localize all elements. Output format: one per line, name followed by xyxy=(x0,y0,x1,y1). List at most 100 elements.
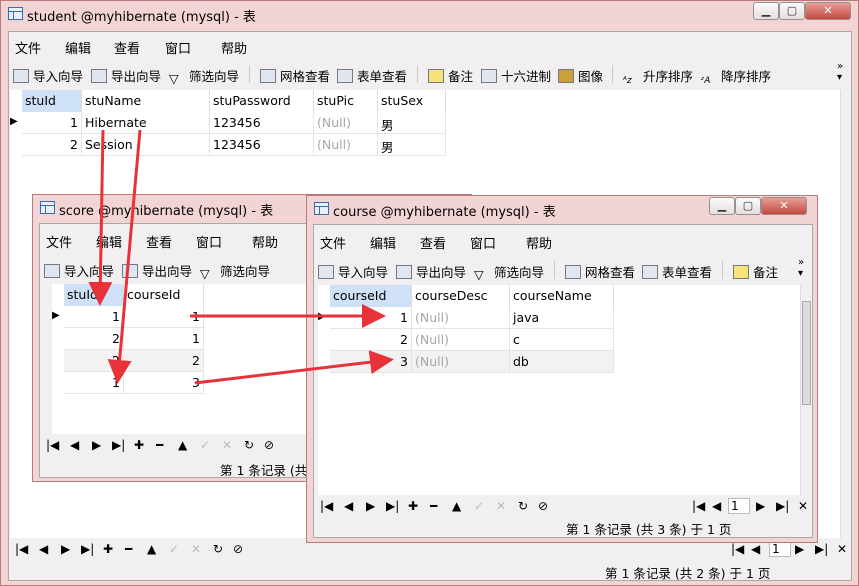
up-icon[interactable]: ▲ xyxy=(452,499,461,513)
table-cell[interactable]: 123456 xyxy=(210,112,314,134)
table-cell[interactable]: 2 xyxy=(330,329,412,351)
table-cell[interactable]: 2 xyxy=(124,350,204,372)
minimize-button[interactable]: ▁ xyxy=(709,197,735,215)
apply-icon[interactable]: ✓ xyxy=(474,499,484,513)
memo-button[interactable]: 备注 xyxy=(733,262,778,281)
toolbar-overflow-icon[interactable]: » ▾ xyxy=(837,61,843,83)
table-cell[interactable]: 1 xyxy=(124,306,204,328)
refresh-icon[interactable]: ↻ xyxy=(518,499,528,513)
delete-record-icon[interactable]: ━ xyxy=(430,499,437,513)
stop-icon[interactable]: ⊘ xyxy=(233,542,243,556)
prev-record-icon[interactable]: ◀ xyxy=(39,542,48,556)
menu-edit[interactable]: 编辑 xyxy=(65,38,91,57)
apply-icon[interactable]: ✓ xyxy=(169,542,179,556)
prev-page-icon[interactable]: ◀ xyxy=(712,499,721,513)
refresh-icon[interactable]: ↻ xyxy=(244,438,254,452)
last-record-icon[interactable]: ▶| xyxy=(386,499,399,513)
apply-icon[interactable]: ✓ xyxy=(200,438,210,452)
export-wizard-button[interactable]: 导出向导 xyxy=(91,66,161,85)
add-record-icon[interactable]: ✚ xyxy=(103,542,113,556)
first-page-icon[interactable]: |◀ xyxy=(692,499,705,513)
table-cell[interactable]: 1 xyxy=(124,328,204,350)
column-header[interactable]: stuId xyxy=(64,284,124,306)
table-cell[interactable]: 123456 xyxy=(210,134,314,156)
last-record-icon[interactable]: ▶| xyxy=(112,438,125,452)
menu-help[interactable]: 帮助 xyxy=(221,38,247,57)
column-header[interactable]: stuPic xyxy=(314,90,378,112)
form-view-button[interactable]: 表单查看 xyxy=(337,66,407,85)
menu-window[interactable]: 窗口 xyxy=(470,233,496,252)
delete-record-icon[interactable]: ━ xyxy=(125,542,132,556)
course-titlebar[interactable]: course @myhibernate (mysql) - 表 ▁ ▢ ✕ xyxy=(307,196,817,222)
table-cell[interactable]: Hibernate xyxy=(82,112,210,134)
next-page-icon[interactable]: ▶ xyxy=(756,499,765,513)
menu-window[interactable]: 窗口 xyxy=(165,38,191,57)
column-header[interactable]: courseId xyxy=(124,284,204,306)
form-view-button[interactable]: 表单查看 xyxy=(642,262,712,281)
first-record-icon[interactable]: |◀ xyxy=(46,438,59,452)
delete-record-icon[interactable]: ━ xyxy=(156,438,163,452)
memo-button[interactable]: 备注 xyxy=(428,66,473,85)
column-header[interactable]: stuName xyxy=(82,90,210,112)
stop-icon[interactable]: ⊘ xyxy=(538,499,548,513)
menu-view[interactable]: 查看 xyxy=(146,232,172,251)
import-wizard-button[interactable]: 导入向导 xyxy=(318,262,388,281)
add-record-icon[interactable]: ✚ xyxy=(134,438,144,452)
last-page-icon[interactable]: ▶| xyxy=(776,499,789,513)
grid-view-button[interactable]: 网格查看 xyxy=(565,262,635,281)
filter-wizard-button[interactable]: ▽ 筛选向导 xyxy=(200,261,270,281)
menu-file[interactable]: 文件 xyxy=(320,233,346,252)
table-cell[interactable]: (Null) xyxy=(412,307,510,329)
cancel-icon[interactable]: ✕ xyxy=(496,499,506,513)
next-record-icon[interactable]: ▶ xyxy=(61,542,70,556)
table-cell[interactable]: (Null) xyxy=(314,134,378,156)
filter-wizard-button[interactable]: ▽ 筛选向导 xyxy=(169,66,239,86)
export-wizard-button[interactable]: 导出向导 xyxy=(396,262,466,281)
refresh-icon[interactable]: ↻ xyxy=(213,542,223,556)
table-cell[interactable]: db xyxy=(510,351,614,373)
prev-record-icon[interactable]: ◀ xyxy=(344,499,353,513)
sort-asc-button[interactable]: ᴬz 升序排序 xyxy=(623,66,693,90)
student-titlebar[interactable]: student @myhibernate (mysql) - 表 ▁ ▢ ✕ xyxy=(1,1,858,27)
next-record-icon[interactable]: ▶ xyxy=(92,438,101,452)
sort-desc-button[interactable]: ᶻA 降序排序 xyxy=(701,66,771,90)
menu-help[interactable]: 帮助 xyxy=(252,232,278,251)
column-header[interactable]: stuId xyxy=(22,90,82,112)
toolbar-overflow-icon[interactable]: » ▾ xyxy=(798,257,804,279)
settings-icon[interactable]: ✕ xyxy=(798,499,808,513)
filter-wizard-button[interactable]: ▽ 筛选向导 xyxy=(474,262,544,282)
import-wizard-button[interactable]: 导入向导 xyxy=(44,261,114,280)
table-cell[interactable]: 3 xyxy=(330,351,412,373)
last-page-icon[interactable]: ▶| xyxy=(815,542,828,556)
vertical-scrollbar[interactable] xyxy=(800,285,812,495)
menu-file[interactable]: 文件 xyxy=(15,38,41,57)
table-cell[interactable]: Session xyxy=(82,134,210,156)
minimize-button[interactable]: ▁ xyxy=(753,2,779,20)
next-page-icon[interactable]: ▶ xyxy=(795,542,804,556)
hex-button[interactable]: 十六进制 xyxy=(481,66,551,85)
maximize-button[interactable]: ▢ xyxy=(779,2,805,20)
next-record-icon[interactable]: ▶ xyxy=(366,499,375,513)
up-icon[interactable]: ▲ xyxy=(147,542,156,556)
table-cell[interactable]: 1 xyxy=(64,306,124,328)
page-input[interactable]: 1 xyxy=(769,541,791,557)
prev-page-icon[interactable]: ◀ xyxy=(751,542,760,556)
menu-view[interactable]: 查看 xyxy=(114,38,140,57)
add-record-icon[interactable]: ✚ xyxy=(408,499,418,513)
first-page-icon[interactable]: |◀ xyxy=(731,542,744,556)
table-cell[interactable]: 1 xyxy=(330,307,412,329)
table-cell[interactable]: java xyxy=(510,307,614,329)
first-record-icon[interactable]: |◀ xyxy=(320,499,333,513)
prev-record-icon[interactable]: ◀ xyxy=(70,438,79,452)
table-cell[interactable]: 1 xyxy=(64,372,124,394)
table-cell[interactable]: 2 xyxy=(64,350,124,372)
table-cell[interactable]: 3 xyxy=(124,372,204,394)
cancel-icon[interactable]: ✕ xyxy=(191,542,201,556)
menu-edit[interactable]: 编辑 xyxy=(370,233,396,252)
table-cell[interactable]: (Null) xyxy=(412,351,510,373)
page-input[interactable]: 1 xyxy=(728,498,750,514)
last-record-icon[interactable]: ▶| xyxy=(81,542,94,556)
table-cell[interactable]: 男 xyxy=(378,134,446,156)
column-header[interactable]: stuPassword xyxy=(210,90,314,112)
import-wizard-button[interactable]: 导入向导 xyxy=(13,66,83,85)
